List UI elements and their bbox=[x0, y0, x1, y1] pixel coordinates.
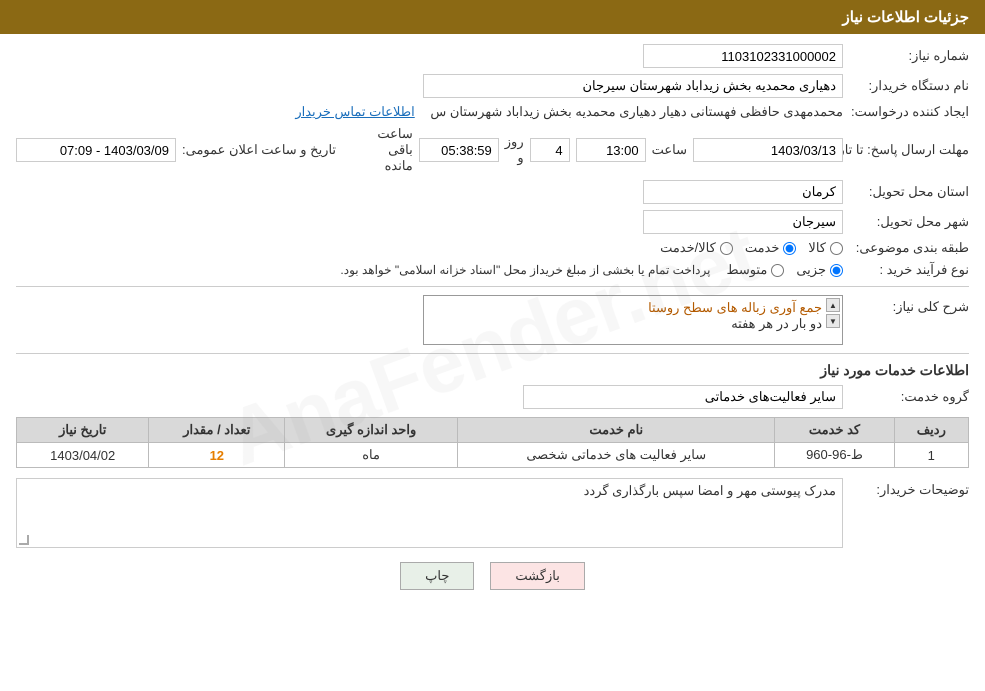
days-label: روز و bbox=[505, 134, 524, 166]
city-label: شهر محل تحویل: bbox=[849, 214, 969, 230]
page-title: جزئیات اطلاعات نیاز bbox=[843, 9, 970, 26]
need-desc-text2: دو بار در هر هفته bbox=[428, 316, 822, 332]
scroll-up-btn[interactable]: ▲ bbox=[826, 298, 840, 312]
province-row: استان محل تحویل: bbox=[16, 180, 969, 204]
col-name: نام خدمت bbox=[458, 418, 775, 443]
table-header: ردیف کد خدمت نام خدمت واحد اندازه گیری ت… bbox=[17, 418, 969, 443]
need-desc-row: شرح کلی نیاز: ▲ ▼ جمع آوری زباله های سطح… bbox=[16, 295, 969, 345]
need-number-label: شماره نیاز: bbox=[849, 48, 969, 64]
divider1 bbox=[16, 286, 969, 287]
col-row: ردیف bbox=[894, 418, 968, 443]
purchase-type-row: نوع فرآیند خرید : جزیی متوسط پرداخت تمام… bbox=[16, 262, 969, 278]
col-qty: تعداد / مقدار bbox=[149, 418, 285, 443]
radio-kala-khedmat[interactable]: کالا/خدمت bbox=[660, 240, 733, 256]
buyer-org-input[interactable] bbox=[423, 74, 843, 98]
buyer-desc-row: توضیحات خریدار: مدرک پیوستی مهر و امضا س… bbox=[16, 478, 969, 548]
buyer-desc-area: مدرک پیوستی مهر و امضا سپس بارگذاری گردد bbox=[16, 478, 843, 548]
category-label: طبقه بندی موضوعی: bbox=[849, 240, 969, 256]
purchase-type-radio-group: جزیی متوسط bbox=[726, 262, 843, 278]
col-date: تاریخ نیاز bbox=[17, 418, 149, 443]
deadline-hours-input[interactable] bbox=[419, 138, 499, 162]
buyer-desc-label: توضیحات خریدار: bbox=[849, 482, 969, 498]
service-group-label: گروه خدمت: bbox=[849, 389, 969, 405]
need-number-row: شماره نیاز: bbox=[16, 44, 969, 68]
main-content: شماره نیاز: نام دستگاه خریدار: ایجاد کنن… bbox=[0, 34, 985, 610]
cell-row: 1 bbox=[894, 443, 968, 468]
col-unit: واحد اندازه گیری bbox=[285, 418, 458, 443]
table-row: 1 ط-96-960 سایر فعالیت های خدماتی شخصی م… bbox=[17, 443, 969, 468]
requester-row: ایجاد کننده درخواست: محمدمهدی حافظی فهست… bbox=[16, 104, 969, 120]
cell-qty: 12 bbox=[149, 443, 285, 468]
need-number-input[interactable] bbox=[643, 44, 843, 68]
deadline-time-input[interactable] bbox=[576, 138, 646, 162]
need-desc-text1: جمع آوری زباله های سطح روستا bbox=[428, 300, 822, 316]
deadline-label: مهلت ارسال پاسخ: تا تاریخ: bbox=[849, 142, 969, 158]
radio-motavasset[interactable]: متوسط bbox=[726, 262, 784, 278]
announce-time-input[interactable] bbox=[16, 138, 176, 162]
need-desc-scroll: ▲ ▼ جمع آوری زباله های سطح روستا دو بار … bbox=[423, 295, 843, 345]
buyer-desc-container: مدرک پیوستی مهر و امضا سپس بارگذاری گردد bbox=[16, 478, 843, 548]
purchase-note: پرداخت تمام یا بخشی از مبلغ خریداز محل "… bbox=[340, 263, 710, 277]
cell-date: 1403/04/02 bbox=[17, 443, 149, 468]
requester-text: محمدمهدی حافظی فهستانی دهیار دهیاری محمد… bbox=[430, 104, 843, 120]
service-info-title: اطلاعات خدمات مورد نیاز bbox=[16, 362, 969, 379]
city-row: شهر محل تحویل: bbox=[16, 210, 969, 234]
page-header: جزئیات اطلاعات نیاز bbox=[0, 0, 985, 34]
buyer-desc-text: مدرک پیوستی مهر و امضا سپس بارگذاری گردد bbox=[584, 483, 836, 498]
back-button[interactable]: بازگشت bbox=[490, 562, 584, 590]
cell-unit: ماه bbox=[285, 443, 458, 468]
radio-jezvi[interactable]: جزیی bbox=[796, 262, 843, 278]
requester-label: ایجاد کننده درخواست: bbox=[849, 104, 969, 120]
buyer-org-row: نام دستگاه خریدار: bbox=[16, 74, 969, 98]
print-button[interactable]: چاپ bbox=[400, 562, 474, 590]
radio-kala[interactable]: کالا bbox=[808, 240, 843, 256]
province-label: استان محل تحویل: bbox=[849, 184, 969, 200]
city-input[interactable] bbox=[643, 210, 843, 234]
service-group-row: گروه خدمت: bbox=[16, 385, 969, 409]
deadline-row: مهلت ارسال پاسخ: تا تاریخ: ساعت روز و سا… bbox=[16, 126, 969, 174]
province-input[interactable] bbox=[643, 180, 843, 204]
radio-khedmat[interactable]: خدمت bbox=[745, 240, 797, 256]
page-wrapper: جزئیات اطلاعات نیاز شماره نیاز: نام دستگ… bbox=[0, 0, 985, 691]
resize-handle[interactable] bbox=[19, 535, 29, 545]
scrollbar[interactable]: ▲ ▼ bbox=[826, 298, 840, 328]
service-group-input[interactable] bbox=[523, 385, 843, 409]
cell-code: ط-96-960 bbox=[775, 443, 894, 468]
announce-label: تاریخ و ساعت اعلان عمومی: bbox=[182, 142, 336, 158]
buyer-org-label: نام دستگاه خریدار: bbox=[849, 78, 969, 94]
table-body: 1 ط-96-960 سایر فعالیت های خدماتی شخصی م… bbox=[17, 443, 969, 468]
cell-name: سایر فعالیت های خدماتی شخصی bbox=[458, 443, 775, 468]
purchase-type-label: نوع فرآیند خرید : bbox=[849, 262, 969, 278]
need-desc-label: شرح کلی نیاز: bbox=[849, 299, 969, 315]
scroll-down-btn[interactable]: ▼ bbox=[826, 314, 840, 328]
buttons-row: بازگشت چاپ bbox=[16, 562, 969, 590]
category-row: طبقه بندی موضوعی: کالا خدمت کالا/خدمت bbox=[16, 240, 969, 256]
category-radio-group: کالا خدمت کالا/خدمت bbox=[660, 240, 843, 256]
contact-link[interactable]: اطلاعات تماس خریدار bbox=[295, 104, 414, 120]
time-label: ساعت bbox=[652, 142, 687, 158]
deadline-days-input[interactable] bbox=[530, 138, 570, 162]
deadline-date-input[interactable] bbox=[693, 138, 843, 162]
services-table-section: ردیف کد خدمت نام خدمت واحد اندازه گیری ت… bbox=[16, 417, 969, 468]
divider2 bbox=[16, 353, 969, 354]
services-table: ردیف کد خدمت نام خدمت واحد اندازه گیری ت… bbox=[16, 417, 969, 468]
col-code: کد خدمت bbox=[775, 418, 894, 443]
hours-remaining-label: ساعت باقی مانده bbox=[362, 126, 413, 174]
